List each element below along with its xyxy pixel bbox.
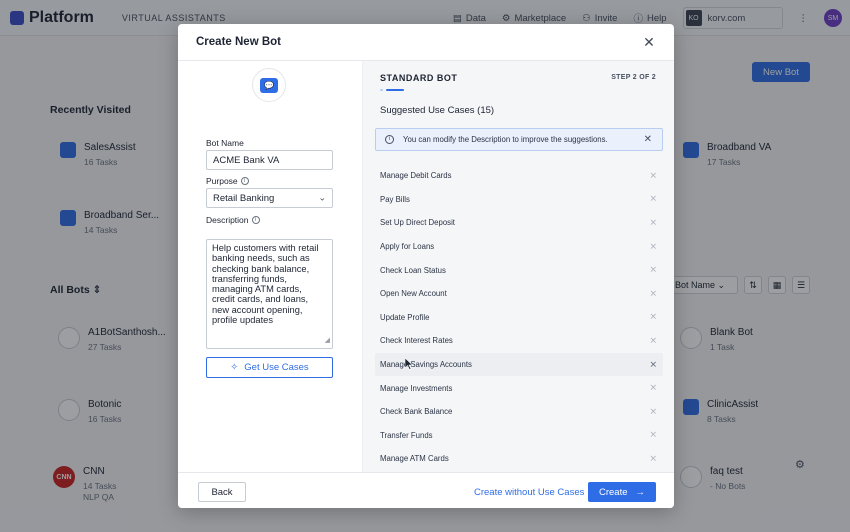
step-1-segment — [380, 89, 383, 91]
create-button[interactable]: Create → — [588, 482, 656, 502]
info-notice: i You can modify the Description to impr… — [375, 128, 663, 151]
info-icon: i — [385, 135, 394, 144]
remove-icon[interactable]: ✕ — [649, 241, 657, 252]
remove-icon[interactable]: ✕ — [649, 335, 657, 346]
modal-header: Create New Bot ✕ — [178, 24, 674, 61]
close-icon[interactable]: ✕ — [642, 35, 656, 49]
create-without-use-cases-button[interactable]: Create without Use Cases — [474, 482, 584, 502]
remove-icon[interactable]: ✕ — [649, 359, 657, 370]
arrow-right-icon: → — [635, 486, 646, 498]
use-case-item[interactable]: Update Profile ✕ — [375, 306, 663, 330]
remove-icon[interactable]: ✕ — [649, 217, 657, 228]
use-case-item[interactable]: Manage ATM Cards ✕ — [375, 447, 663, 471]
use-case-item[interactable]: Apply for Loans ✕ — [375, 235, 663, 259]
use-case-item[interactable]: Set Up Direct Deposit ✕ — [375, 211, 663, 235]
remove-icon[interactable]: ✕ — [649, 430, 657, 441]
remove-icon[interactable]: ✕ — [649, 194, 657, 205]
bot-name-label: Bot Name — [206, 138, 244, 148]
create-new-bot-dialog: Create New Bot ✕ 💬 Bot Name ACME Bank VA… — [178, 24, 674, 508]
remove-icon[interactable]: ✕ — [649, 383, 657, 394]
use-case-item[interactable]: Pay Bills ✕ — [375, 188, 663, 212]
remove-icon[interactable]: ✕ — [649, 265, 657, 276]
info-icon[interactable]: i — [240, 177, 249, 185]
use-case-list: Manage Debit Cards ✕ Pay Bills ✕ Set Up Di… — [375, 164, 663, 471]
use-case-item[interactable]: Transfer Funds ✕ — [375, 424, 663, 448]
use-case-item[interactable]: Check Bank Balance ✕ — [375, 400, 663, 424]
info-icon[interactable]: i — [251, 216, 260, 224]
purpose-select[interactable]: Retail Banking ⌄ — [206, 188, 333, 208]
purpose-label: Purpose i — [206, 176, 249, 186]
step-indicator: STEP 2 OF 2 — [611, 74, 656, 81]
suggested-use-cases-title: Suggested Use Cases (15) — [380, 105, 495, 116]
use-case-item[interactable]: Check Loan Status ✕ — [375, 258, 663, 282]
use-case-item[interactable]: Check Interest Rates ✕ — [375, 329, 663, 353]
step-2-segment — [386, 89, 404, 91]
remove-icon[interactable]: ✕ — [649, 170, 657, 181]
chat-bot-icon: 💬 — [260, 77, 278, 93]
use-case-item[interactable]: Manage Debit Cards ✕ — [375, 164, 663, 188]
use-case-item[interactable]: Manage Investments ✕ — [375, 376, 663, 400]
use-case-item[interactable]: Open New Account ✕ — [375, 282, 663, 306]
notice-text: You can modify the Description to improv… — [403, 135, 608, 144]
modal-footer: Back Create without Use Cases Create → — [178, 472, 674, 508]
chevron-down-icon: ⌄ — [318, 192, 326, 203]
remove-icon[interactable]: ✕ — [649, 312, 657, 323]
remove-icon[interactable]: ✕ — [649, 288, 657, 299]
sparkle-icon: ✧ — [230, 362, 239, 373]
use-case-item-hovered[interactable]: Manage Savings Accounts ✕ — [375, 352, 663, 377]
back-button[interactable]: Back — [198, 482, 246, 502]
bot-name-input[interactable]: ACME Bank VA — [206, 150, 333, 170]
remove-icon[interactable]: ✕ — [649, 406, 657, 417]
use-cases-pane: STANDARD BOT STEP 2 OF 2 Suggested Use C… — [362, 61, 674, 472]
get-use-cases-button[interactable]: ✧ Get Use Cases — [206, 357, 333, 378]
description-textarea[interactable]: Help customers with retail banking needs… — [206, 239, 333, 349]
dismiss-notice-icon[interactable]: ✕ — [644, 134, 652, 145]
mouse-cursor-icon — [405, 358, 413, 370]
resize-handle-icon[interactable]: ◢ — [325, 336, 330, 346]
bot-avatar[interactable]: 💬 — [252, 68, 286, 102]
bot-details-pane: 💬 Bot Name ACME Bank VA Purpose i Retail … — [178, 61, 362, 472]
description-label: Description i — [206, 215, 260, 225]
step-progress — [380, 89, 404, 92]
modal-title: Create New Bot — [196, 36, 281, 48]
remove-icon[interactable]: ✕ — [649, 453, 657, 464]
standard-bot-title: STANDARD BOT — [380, 73, 458, 83]
